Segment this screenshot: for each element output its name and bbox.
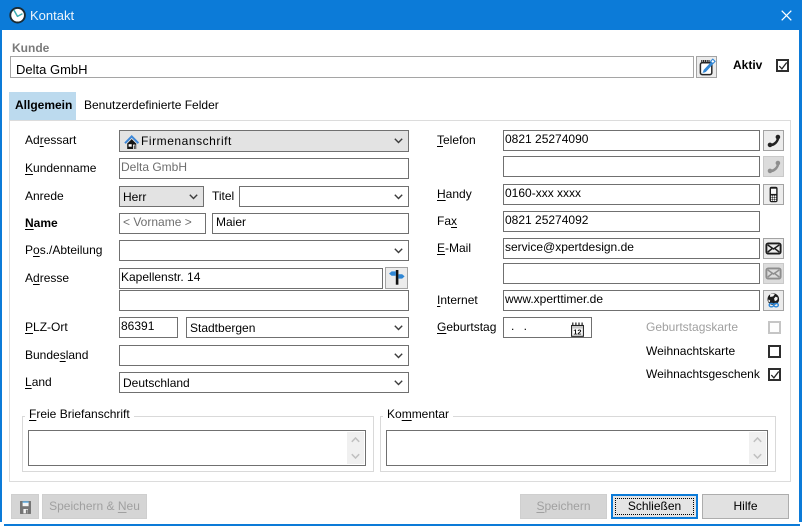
svg-text:12: 12: [573, 328, 581, 337]
